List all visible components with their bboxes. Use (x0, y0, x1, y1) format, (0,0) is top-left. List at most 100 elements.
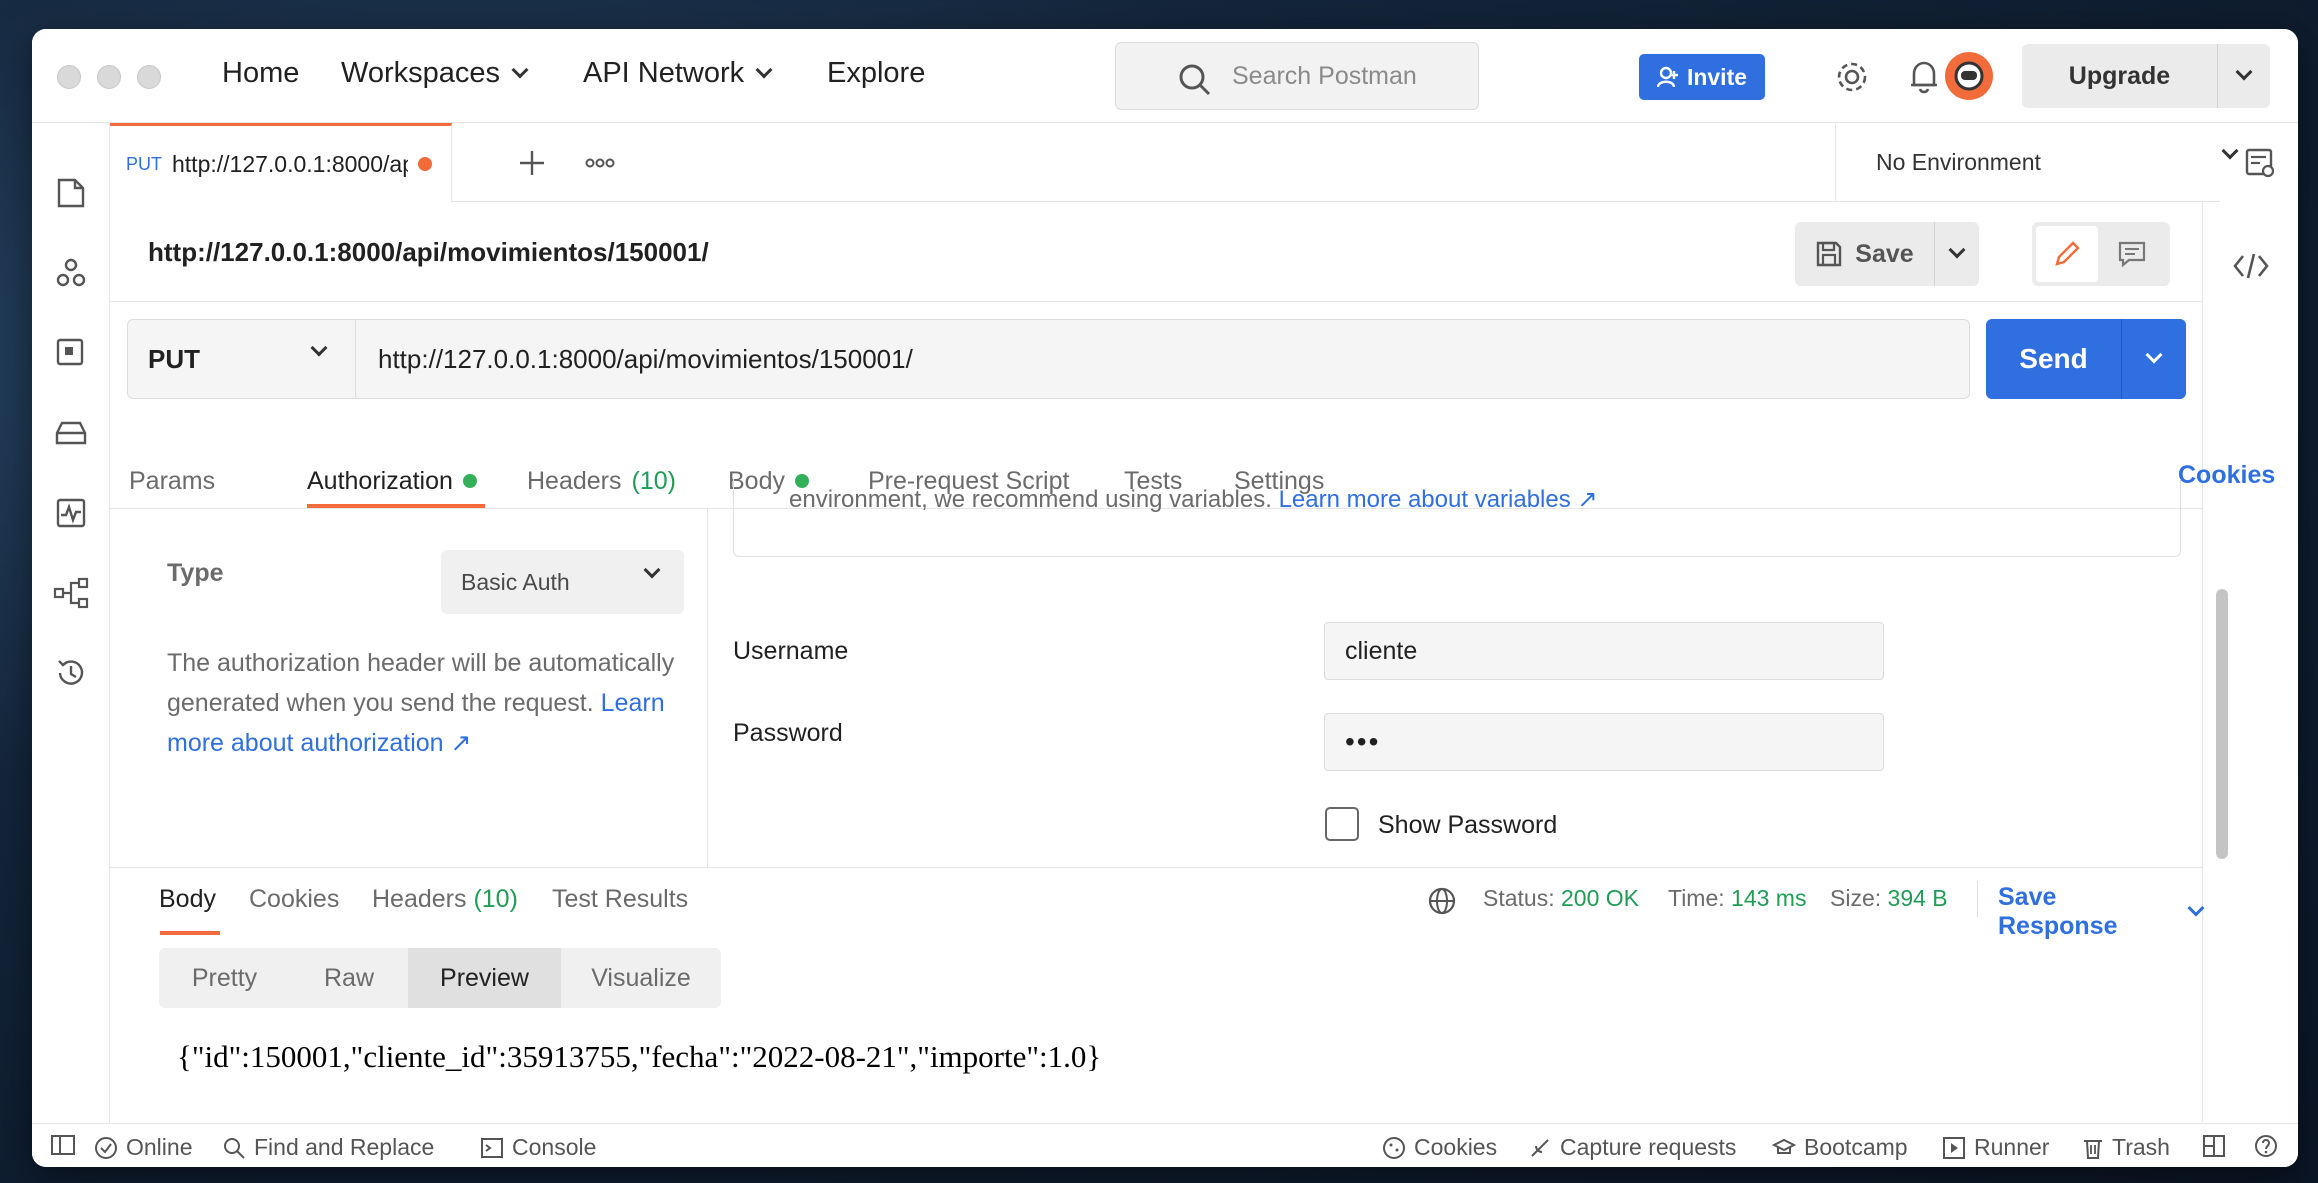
comments-button[interactable] (2098, 226, 2166, 282)
sidebar-item-monitors[interactable] (53, 495, 89, 531)
online-status[interactable]: Online (94, 1134, 192, 1161)
bootcamp-button[interactable]: Bootcamp (1772, 1134, 1908, 1161)
tab-headers[interactable]: Headers (10) (527, 461, 676, 501)
avatar[interactable] (1945, 52, 1993, 100)
view-visualize[interactable]: Visualize (561, 948, 721, 1008)
response-size[interactable]: Size: 394 B (1830, 885, 1948, 912)
save-response-button[interactable]: Save Response (1998, 883, 2205, 941)
time-value: 143 ms (1731, 885, 1807, 911)
response-tab-cookies[interactable]: Cookies (249, 885, 339, 914)
scrollbar[interactable] (2216, 589, 2228, 859)
find-and-replace-button[interactable]: Find and Replace (222, 1134, 434, 1161)
send-menu-button[interactable] (2122, 319, 2186, 399)
layout-icon (2203, 1135, 2225, 1157)
cookies-link[interactable]: Cookies (2178, 461, 2275, 490)
two-pane-view-button[interactable] (2202, 1134, 2226, 1158)
window-minimize-button[interactable] (97, 65, 121, 89)
learn-more-variables-link[interactable]: Learn more about variables ↗ (1279, 486, 1598, 513)
edit-comment-toggle[interactable] (2032, 222, 2170, 286)
runner-button[interactable]: Runner (1942, 1134, 2049, 1161)
plus-icon (520, 151, 544, 175)
window-close-button[interactable] (57, 65, 81, 89)
runner-label: Runner (1974, 1134, 2050, 1160)
url-input[interactable]: http://127.0.0.1:8000/api/movimientos/15… (356, 319, 1970, 399)
nav-explore-label: Explore (827, 57, 926, 89)
left-sidebar (32, 123, 110, 1123)
active-tab-underline (307, 504, 485, 508)
cookies-button[interactable]: Cookies (1382, 1134, 1497, 1161)
tab-options-button[interactable] (580, 143, 620, 183)
save-menu-button[interactable] (1935, 222, 1979, 286)
upgrade-menu-button[interactable] (2218, 44, 2270, 108)
search-placeholder: Search Postman (1232, 61, 1417, 90)
nav-explore[interactable]: Explore (827, 57, 925, 90)
send-button[interactable]: Send (1986, 319, 2186, 399)
environment-selector[interactable]: No Environment (1835, 123, 2276, 202)
response-tab-headers[interactable]: Headers (10) (372, 885, 518, 914)
response-time[interactable]: Time: 143 ms (1668, 885, 1806, 912)
environment-quick-look-button[interactable] (2240, 143, 2280, 183)
tab-params[interactable]: Params (129, 461, 215, 501)
settings-button[interactable] (1832, 57, 1872, 97)
show-password-checkbox[interactable] (1325, 807, 1359, 841)
status-value: 200 OK (1561, 885, 1639, 911)
divider (1977, 881, 1978, 917)
method-select[interactable]: PUT (127, 319, 356, 399)
invite-button[interactable]: Invite (1639, 54, 1765, 100)
save-button[interactable]: Save (1795, 222, 1979, 286)
chevron-down-icon (511, 61, 529, 78)
auth-type-panel: Type Basic Auth The authorization header… (110, 509, 708, 867)
console-icon (481, 1137, 503, 1158)
save-response-label: Save Response (1998, 883, 2118, 940)
upgrade-button[interactable]: Upgrade (2022, 44, 2270, 108)
request-tab[interactable]: PUT http://127.0.0.1:8000/api/movimiento… (110, 123, 452, 202)
cookie-icon (1383, 1136, 1405, 1159)
new-tab-button[interactable] (512, 143, 552, 183)
console-label: Console (512, 1134, 597, 1160)
response-status[interactable]: Status: 200 OK (1483, 885, 1639, 912)
console-button[interactable]: Console (480, 1134, 596, 1161)
status-bar: Online Find and Replace Console Cookies … (32, 1123, 2298, 1167)
sidebar-toggle-icon (51, 1135, 75, 1155)
tab-method: PUT (126, 153, 162, 174)
password-field[interactable]: ••• (1324, 713, 1884, 771)
response-tab-body[interactable]: Body (159, 885, 216, 914)
sidebar-item-history[interactable] (53, 655, 89, 691)
graduation-cap-icon (1772, 1138, 1796, 1154)
response-headers-label: Headers (372, 885, 467, 913)
nav-workspaces[interactable]: Workspaces (341, 57, 529, 90)
view-raw[interactable]: Raw (290, 948, 408, 1008)
sidebar-item-apis[interactable] (53, 255, 89, 291)
search-input[interactable]: Search Postman (1115, 42, 1479, 110)
capture-requests-label: Capture requests (1560, 1134, 1737, 1160)
auth-type-select[interactable]: Basic Auth (441, 550, 684, 614)
trash-button[interactable]: Trash (2082, 1134, 2170, 1161)
request-title[interactable]: http://127.0.0.1:8000/api/movimientos/15… (148, 237, 709, 268)
toggle-sidebar-button[interactable] (50, 1134, 76, 1156)
nav-home[interactable]: Home (222, 57, 299, 90)
code-snippet-button[interactable] (2231, 246, 2271, 286)
nav-api-network[interactable]: API Network (583, 57, 773, 90)
tab-title: http://127.0.0.1:8000/api/movimientos/15… (172, 150, 408, 177)
upgrade-label: Upgrade (2022, 44, 2218, 108)
window-zoom-button[interactable] (137, 65, 161, 89)
network-info-button[interactable] (1426, 885, 1458, 917)
show-password-label[interactable]: Show Password (1378, 811, 1557, 840)
sidebar-item-environments[interactable] (53, 335, 89, 371)
help-button[interactable] (2254, 1134, 2278, 1158)
search-icon (1179, 64, 1211, 96)
capture-requests-button[interactable]: Capture requests (1528, 1134, 1736, 1161)
headers-count: (10) (631, 466, 676, 495)
tab-authorization[interactable]: Authorization (307, 461, 477, 501)
sidebar-item-mock-servers[interactable] (53, 415, 89, 451)
sidebar-item-flows[interactable] (53, 575, 89, 611)
notifications-button[interactable] (1904, 57, 1944, 97)
edit-mode-button[interactable] (2036, 226, 2098, 282)
pencil-icon (2055, 241, 2080, 266)
username-field[interactable]: cliente (1324, 622, 1884, 680)
view-preview[interactable]: Preview (408, 948, 561, 1008)
sidebar-item-collections[interactable] (53, 175, 89, 211)
view-pretty[interactable]: Pretty (159, 948, 290, 1008)
response-tabs: Body Cookies Headers (10) Test Results S… (110, 867, 2205, 940)
response-tab-test-results[interactable]: Test Results (552, 885, 688, 914)
